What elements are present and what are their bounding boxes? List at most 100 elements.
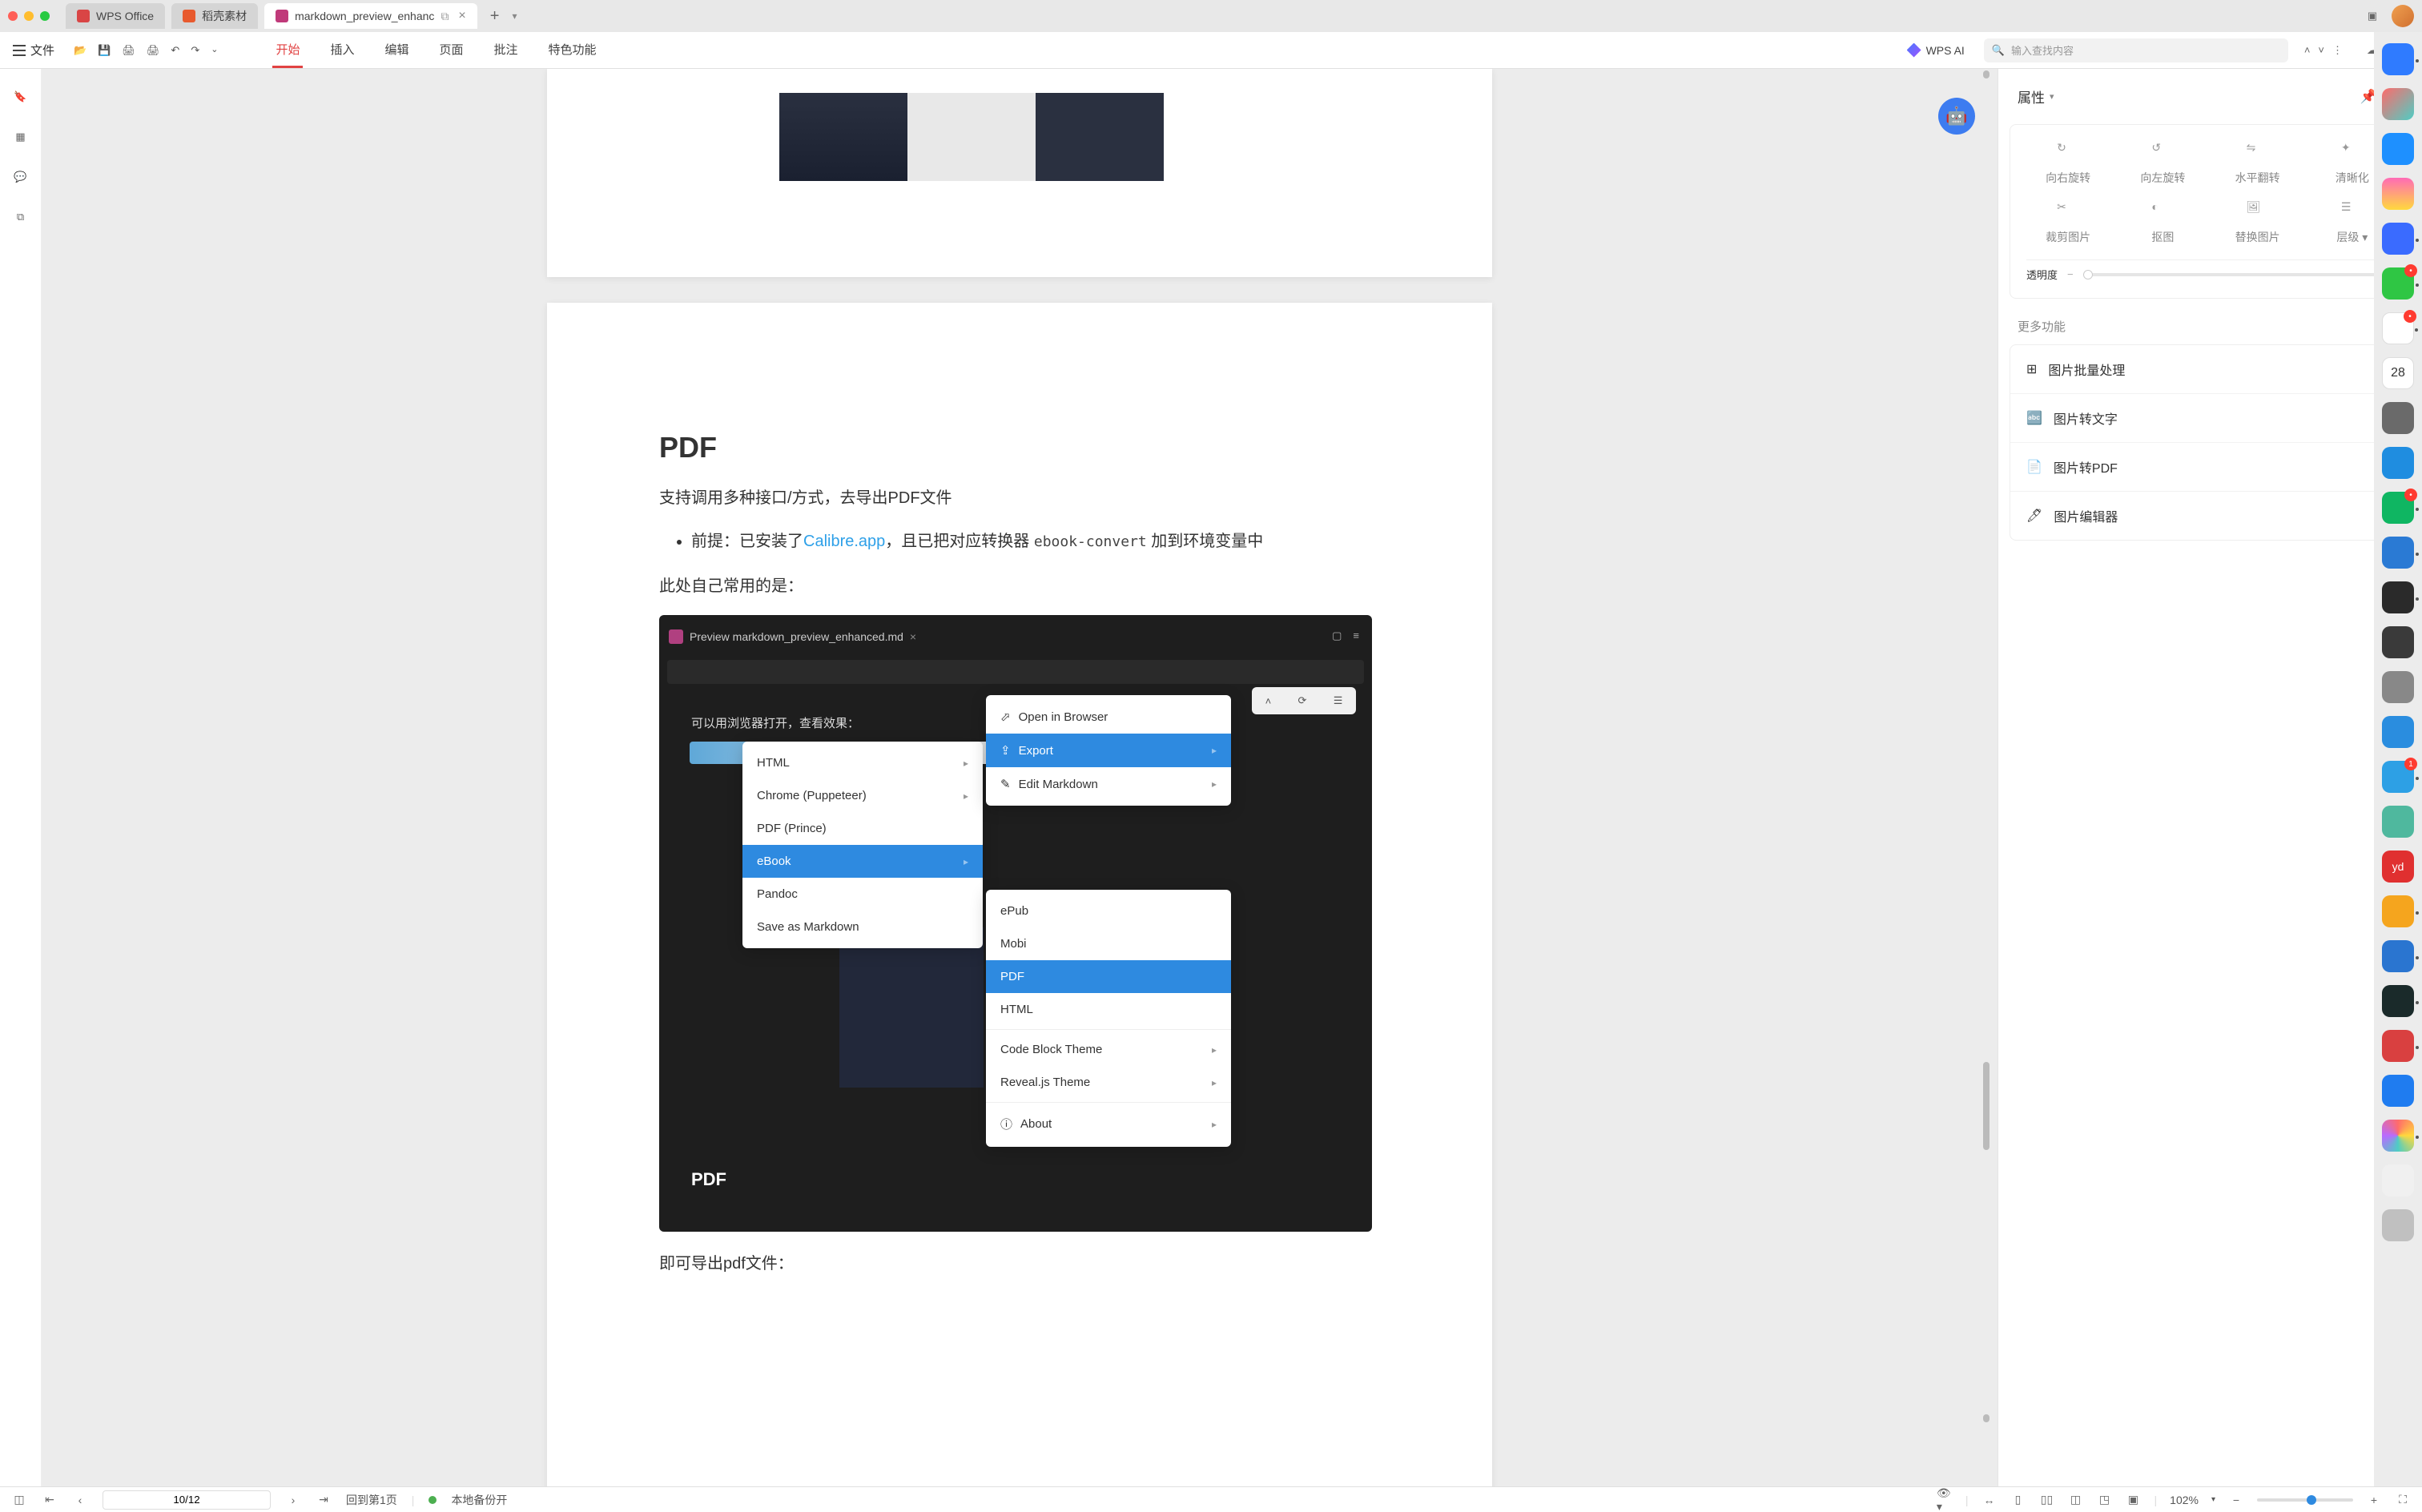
dock-paint[interactable] xyxy=(2382,223,2414,255)
dock-safari[interactable] xyxy=(2382,133,2414,165)
dock-edge[interactable] xyxy=(2382,447,2414,479)
batch-process-button[interactable]: ⊞图片批量处理 xyxy=(2010,345,2410,394)
search-icon: 🔍 xyxy=(1992,44,2005,57)
open-new-window-icon[interactable]: ⧉ xyxy=(441,10,449,23)
ai-float-button[interactable]: 🤖 xyxy=(1938,98,1975,135)
img-to-pdf-button[interactable]: 📄图片转PDF xyxy=(2010,443,2410,492)
window-layout-icon[interactable]: ▣ xyxy=(2363,6,2382,26)
two-page-icon[interactable]: ▯▯ xyxy=(2039,1492,2055,1508)
opacity-slider[interactable] xyxy=(2083,273,2379,276)
dock-wechat[interactable]: • xyxy=(2382,267,2414,300)
view2-icon[interactable]: ◳ xyxy=(2097,1492,2113,1508)
dock-app2[interactable] xyxy=(2382,895,2414,927)
new-tab-button[interactable]: + xyxy=(484,7,506,26)
scrollbar-track[interactable] xyxy=(1983,69,1990,1486)
bookmark-icon[interactable]: 🔖 xyxy=(12,88,30,106)
dock-clock[interactable] xyxy=(2382,671,2414,703)
dock-appstore[interactable] xyxy=(2382,1075,2414,1107)
dock-doc[interactable] xyxy=(2382,1164,2414,1196)
dock-finder[interactable] xyxy=(2382,43,2414,75)
chevron-down-icon[interactable]: ▾ xyxy=(2211,1495,2215,1504)
user-avatar[interactable] xyxy=(2392,5,2414,27)
first-page-icon[interactable]: ⇤ xyxy=(42,1492,58,1508)
open-folder-icon[interactable]: 📂 xyxy=(74,44,86,57)
tab-menu-chevron-icon[interactable]: ▾ xyxy=(512,10,517,22)
dock-dict[interactable]: yd xyxy=(2382,850,2414,883)
prev-page-icon[interactable]: ‹ xyxy=(72,1492,88,1508)
tab-wps-office[interactable]: WPS Office xyxy=(66,3,165,29)
img-to-text-button[interactable]: 🔤图片转文字 xyxy=(2010,394,2410,443)
more-icon[interactable]: ⋮ xyxy=(2332,44,2343,57)
img-editor-button[interactable]: 🖊图片编辑器 xyxy=(2010,492,2410,540)
dock-photos[interactable] xyxy=(2382,178,2414,210)
zoom-out-button[interactable]: − xyxy=(2228,1492,2244,1508)
dock-activity[interactable] xyxy=(2382,985,2414,1017)
rotate-left-button[interactable]: ↺向左旋转 xyxy=(2121,141,2204,186)
calibre-link[interactable]: Calibre.app xyxy=(803,533,885,550)
tab-daoke[interactable]: 稻壳素材 xyxy=(171,3,258,29)
dock-trash[interactable] xyxy=(2382,1209,2414,1241)
menu-tab-comment[interactable]: 批注 xyxy=(491,33,521,68)
single-page-icon[interactable]: ▯ xyxy=(2010,1492,2026,1508)
undo-icon[interactable]: ↶ xyxy=(171,44,179,57)
flip-h-button[interactable]: ⇋水平翻转 xyxy=(2216,141,2299,186)
replace-button[interactable]: 🖼替换图片 xyxy=(2216,200,2299,245)
redo-icon[interactable]: ↷ xyxy=(191,44,199,57)
dock-vscode[interactable] xyxy=(2382,537,2414,569)
embedded-screenshot-menu: Preview markdown_preview_enhanced.md × ▢… xyxy=(659,615,1372,1232)
embed-inner-toolbar xyxy=(667,660,1364,684)
view3-icon[interactable]: ▣ xyxy=(2126,1492,2142,1508)
view1-icon[interactable]: ◫ xyxy=(2068,1492,2084,1508)
menu-tab-feature[interactable]: 特色功能 xyxy=(545,33,600,68)
dock-color[interactable] xyxy=(2382,1120,2414,1152)
window-minimize-button[interactable] xyxy=(24,11,34,21)
save-icon[interactable]: 💾 xyxy=(98,44,111,57)
window-close-button[interactable] xyxy=(8,11,18,21)
opacity-minus-button[interactable]: − xyxy=(2067,268,2074,280)
dock-app1[interactable] xyxy=(2382,716,2414,748)
print-icon[interactable]: 🖨 xyxy=(122,44,135,57)
collapse-down-icon[interactable]: ˅ xyxy=(2318,44,2324,56)
sidebar-toggle-icon[interactable]: ◫ xyxy=(11,1492,27,1508)
dock-launchpad[interactable] xyxy=(2382,88,2414,120)
print2-icon[interactable]: 🖨 xyxy=(147,44,160,57)
window-maximize-button[interactable] xyxy=(40,11,50,21)
dock-chatgpt[interactable] xyxy=(2382,806,2414,838)
comment-icon[interactable]: 💬 xyxy=(12,168,30,186)
zoom-slider[interactable] xyxy=(2257,1498,2353,1502)
chevron-down-icon[interactable]: ▾ xyxy=(2050,91,2054,102)
search-input[interactable]: 🔍 输入查找内容 xyxy=(1984,38,2288,62)
rotate-right-button[interactable]: ↻向右旋转 xyxy=(2026,141,2110,186)
page-number-input[interactable] xyxy=(103,1490,271,1510)
collapse-up-icon[interactable]: ˄ xyxy=(2304,44,2311,56)
fullscreen-icon[interactable]: ⛶ xyxy=(2395,1492,2411,1508)
wps-ai-button[interactable]: WPS AI xyxy=(1907,43,1965,58)
dock-settings[interactable] xyxy=(2382,402,2414,434)
dock-wps[interactable] xyxy=(2382,1030,2414,1062)
file-menu-button[interactable]: 文件 xyxy=(13,42,54,58)
eye-icon[interactable]: 👁 ▾ xyxy=(1937,1492,1953,1508)
dock-telegram[interactable]: 1 xyxy=(2382,761,2414,793)
zoom-in-button[interactable]: + xyxy=(2366,1492,2382,1508)
attachment-icon[interactable]: ⧉ xyxy=(12,208,30,226)
dock-calendar[interactable]: 28 xyxy=(2382,357,2414,389)
tab-document-active[interactable]: markdown_preview_enhanc ⧉ × xyxy=(264,3,477,29)
dock-evernote[interactable]: • xyxy=(2382,492,2414,524)
menu-tab-start[interactable]: 开始 xyxy=(272,33,303,68)
dock-app3[interactable] xyxy=(2382,940,2414,972)
thumbnail-icon[interactable]: ▦ xyxy=(12,128,30,146)
menu-tab-insert[interactable]: 插入 xyxy=(327,33,357,68)
next-page-icon[interactable]: › xyxy=(285,1492,301,1508)
dock-calculator[interactable] xyxy=(2382,626,2414,658)
tab-close-icon[interactable]: × xyxy=(458,9,465,23)
back-to-first-link[interactable]: 回到第1页 xyxy=(346,1492,397,1508)
cutout-button[interactable]: ◐抠图 xyxy=(2121,200,2204,245)
fit-width-icon[interactable]: ↔ xyxy=(1981,1492,1998,1508)
crop-button[interactable]: ✂裁剪图片 xyxy=(2026,200,2110,245)
menu-tab-page[interactable]: 页面 xyxy=(437,33,467,68)
dock-qq[interactable]: • xyxy=(2382,312,2414,344)
chevron-down-icon[interactable]: ⌄ xyxy=(211,44,218,57)
menu-tab-edit[interactable]: 编辑 xyxy=(381,33,412,68)
dock-terminal[interactable] xyxy=(2382,581,2414,613)
last-page-icon[interactable]: ⇥ xyxy=(316,1492,332,1508)
